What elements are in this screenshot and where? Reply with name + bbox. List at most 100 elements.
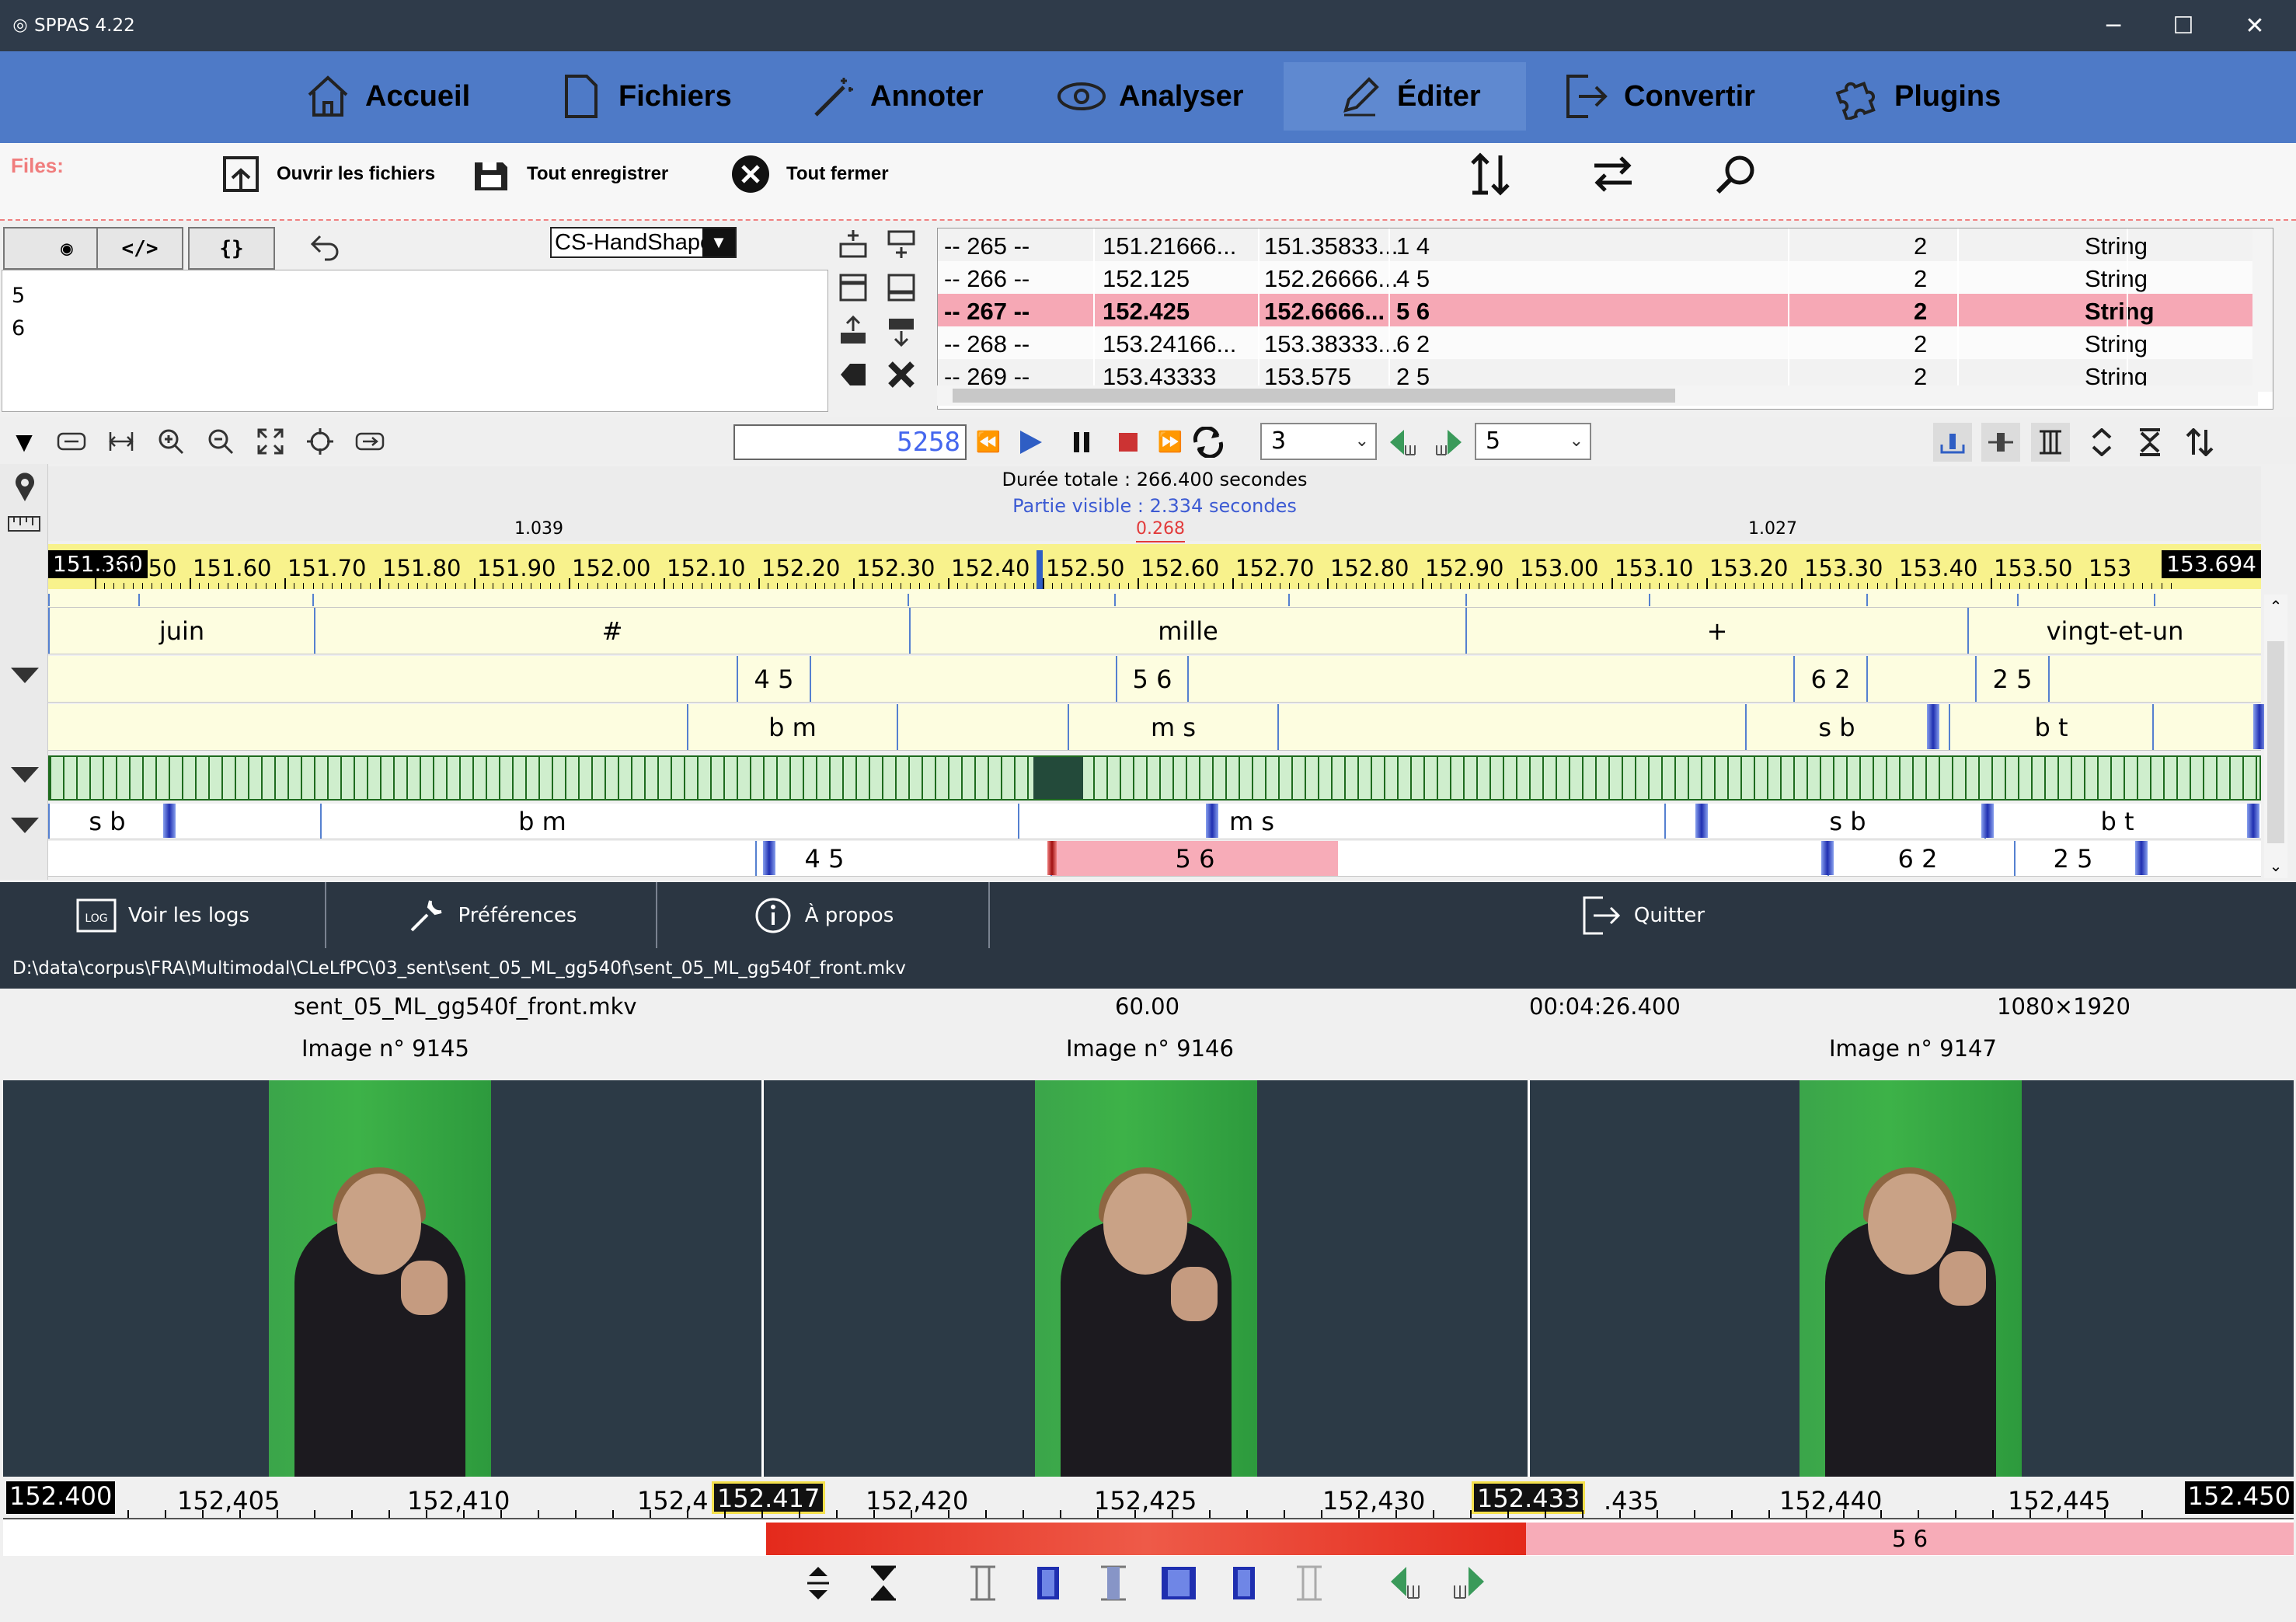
annotation[interactable]: s b xyxy=(1664,804,2029,839)
table-row[interactable]: -- 266 --152.125152.26666...4 52String6 xyxy=(938,261,2273,294)
next-frame-icon[interactable] xyxy=(1447,1561,1492,1606)
frame-bar-icon-5[interactable] xyxy=(1221,1561,1266,1606)
tier-handshape-a[interactable]: 4 5 5 6 6 2 2 5 xyxy=(48,656,2261,703)
annotation[interactable]: b m xyxy=(687,704,898,750)
selected-boundary-marker[interactable] xyxy=(1047,841,1057,875)
annotation[interactable]: 2 5 xyxy=(1975,656,2050,702)
stop-icon[interactable] xyxy=(1111,424,1145,460)
insert-before-icon[interactable] xyxy=(834,227,872,261)
search-icon[interactable] xyxy=(1711,149,1761,199)
annotation[interactable]: + xyxy=(1465,608,1967,654)
expand-vertical-icon[interactable] xyxy=(2082,423,2121,462)
annotation-text-area[interactable]: 5 6 xyxy=(2,270,828,412)
annotation[interactable]: m s xyxy=(1018,804,1484,839)
frame-bar-icon-6[interactable] xyxy=(1287,1561,1332,1606)
annotation[interactable]: s b xyxy=(1745,704,1927,750)
video-frame[interactable] xyxy=(1531,1080,2294,1477)
maximize-button[interactable]: ☐ xyxy=(2160,6,2207,45)
annotation[interactable]: 4 5 xyxy=(755,841,892,876)
video-selection-bar[interactable]: 5 6 xyxy=(3,1519,2294,1556)
sort-icon[interactable] xyxy=(1465,149,1515,199)
zoom-in-icon[interactable] xyxy=(149,420,193,463)
open-files-button[interactable]: Ouvrir les fichiers xyxy=(219,151,435,197)
tier-select[interactable]: CS-HandShape ▼ xyxy=(550,227,737,258)
tier-position-a[interactable]: b mm ss bb t xyxy=(48,704,2266,751)
swap-icon[interactable] xyxy=(1588,149,1638,199)
table-row[interactable]: -- 267 --152.425152.6666...5 62String3 xyxy=(938,294,2273,326)
time-ruler[interactable]: 151.360 153.694 151.50 151.60 151.70 151.80… xyxy=(48,544,2261,589)
view-tool-icon-3[interactable] xyxy=(2031,423,2070,462)
annotation[interactable]: juin xyxy=(48,608,314,654)
tier-words[interactable]: juin # mille + vingt-et-un xyxy=(48,608,2261,654)
nav-annoter[interactable]: Annoter xyxy=(808,62,995,131)
annotation[interactable]: s b xyxy=(48,804,165,839)
scroll-down-icon[interactable]: ⌄ xyxy=(2264,854,2287,877)
tag-icon[interactable] xyxy=(834,358,872,392)
frame-bar-icon-1[interactable] xyxy=(960,1561,1005,1606)
minimize-button[interactable]: ─ xyxy=(2090,6,2137,45)
video-frames-tier[interactable] xyxy=(48,755,2261,801)
play-icon[interactable] xyxy=(1013,424,1047,460)
collapse-vertical-icon[interactable] xyxy=(861,1561,906,1606)
collapse-tier-icon[interactable] xyxy=(11,668,39,683)
collapse-vertical-icon[interactable] xyxy=(2131,423,2169,462)
boundary-marker[interactable] xyxy=(163,804,176,838)
next-segment-icon[interactable] xyxy=(1430,423,1469,462)
prev-segment-icon[interactable] xyxy=(1383,423,1422,462)
table-vertical-scrollbar[interactable] xyxy=(2252,228,2273,392)
annotation[interactable]: 5 6 xyxy=(1050,841,1338,876)
frame-bar-icon-4[interactable] xyxy=(1156,1561,1201,1606)
undo-icon[interactable] xyxy=(305,227,345,267)
playhead-marker[interactable] xyxy=(1037,550,1043,589)
rewind-icon[interactable]: ⏪ xyxy=(971,424,1005,460)
view-tool-icon-2[interactable] xyxy=(1981,423,2020,462)
boundary-marker[interactable] xyxy=(1927,704,1939,749)
expand-vertical-icon[interactable] xyxy=(796,1561,841,1606)
video-frame[interactable] xyxy=(765,1080,1528,1477)
annotation[interactable]: 4 5 xyxy=(737,656,811,702)
timeline-vertical-scrollbar[interactable]: ⌃ ⌄ xyxy=(2264,595,2287,878)
nav-fichiers[interactable]: Fichiers xyxy=(556,62,743,131)
fit-width-icon[interactable] xyxy=(99,420,143,463)
collapse-tier-icon[interactable] xyxy=(11,767,39,783)
quit-button[interactable]: Quitter xyxy=(990,882,2296,948)
annotation[interactable]: b t xyxy=(1984,804,2249,839)
pause-icon[interactable] xyxy=(1064,424,1099,460)
annotation[interactable]: b t xyxy=(1949,704,2154,750)
annotation[interactable]: vingt-et-un xyxy=(1967,608,2261,654)
nav-analyser[interactable]: Analyser xyxy=(1057,62,1259,131)
collapse-tier-icon[interactable] xyxy=(11,818,39,833)
count-combo[interactable]: 5 ⌄ xyxy=(1475,423,1591,460)
annotation[interactable]: 2 5 xyxy=(2014,841,2131,876)
collapse-triangle-icon[interactable]: ▼ xyxy=(6,426,42,457)
fast-forward-icon[interactable]: ⏩ xyxy=(1153,424,1187,460)
merge-icon[interactable] xyxy=(883,270,920,305)
boundary-marker[interactable] xyxy=(1695,804,1708,838)
split-icon[interactable] xyxy=(834,270,872,305)
table-row[interactable]: -- 268 -- 153.24166... 153.38333... 6 2 2 Str… xyxy=(938,326,2273,359)
annotation[interactable]: # xyxy=(314,608,909,654)
boundary-marker[interactable] xyxy=(763,841,775,875)
boundary-marker[interactable] xyxy=(1206,804,1218,838)
ruler-icon[interactable] xyxy=(6,512,42,535)
scrollbar-thumb[interactable] xyxy=(2267,641,2284,843)
table-row[interactable]: -- 265 -- 151.21666... 151.35833... 1 4 2 Str… xyxy=(938,228,2273,261)
frame-bar-icon-3[interactable] xyxy=(1091,1561,1136,1606)
scrollbar-thumb[interactable] xyxy=(953,389,1675,403)
center-icon[interactable] xyxy=(298,420,342,463)
save-all-button[interactable]: Tout enregistrer xyxy=(469,151,668,197)
video-time-ruler[interactable]: 152.400 152,405 152,410 152,4 152.417 15… xyxy=(3,1477,2294,1519)
move-down-icon[interactable] xyxy=(883,314,920,348)
nav-convertir[interactable]: Convertir xyxy=(1562,62,1772,131)
table-horizontal-scrollbar[interactable] xyxy=(937,385,2258,406)
zoom-in-period-icon[interactable] xyxy=(50,420,93,463)
tier-position-b[interactable]: s bb mm ss bb t xyxy=(48,804,2261,839)
annotation[interactable]: 6 2 xyxy=(1793,656,1868,702)
nav-plugins[interactable]: Plugins xyxy=(1832,62,2019,131)
annotation[interactable]: mille xyxy=(909,608,1465,654)
video-frame[interactable] xyxy=(3,1080,761,1477)
annotation[interactable]: 5 6 xyxy=(1116,656,1189,702)
close-window-button[interactable]: ✕ xyxy=(2232,6,2278,45)
expand-period-icon[interactable] xyxy=(348,420,392,463)
scroll-up-icon[interactable]: ⌃ xyxy=(2264,595,2287,618)
